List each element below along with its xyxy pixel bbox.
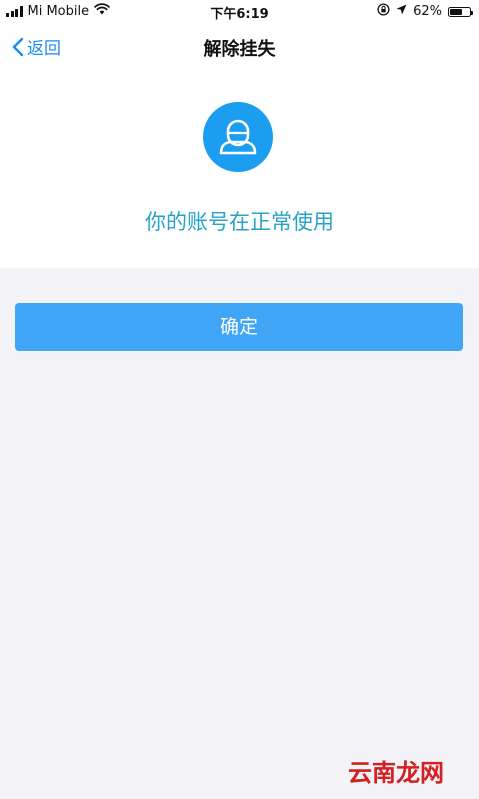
status-right: 62% — [377, 3, 473, 20]
user-avatar — [203, 102, 273, 172]
battery-icon — [448, 6, 473, 17]
watermark-logo: 云南龙网 — [348, 759, 444, 787]
battery-percent: 62% — [413, 4, 442, 19]
location-icon — [396, 4, 407, 19]
battery-level — [450, 8, 462, 15]
account-status-section: 你的账号在正常使用 — [0, 72, 479, 268]
user-icon — [219, 119, 257, 155]
status-bar: Mi Mobile 下午6:19 62% — [0, 0, 479, 22]
account-status-text: 你的账号在正常使用 — [145, 210, 334, 234]
nav-bar: 返回 解除挂失 — [0, 22, 479, 72]
orientation-lock-icon — [377, 3, 390, 20]
page-title: 解除挂失 — [203, 39, 276, 60]
confirm-button[interactable]: 确定 — [15, 303, 463, 351]
